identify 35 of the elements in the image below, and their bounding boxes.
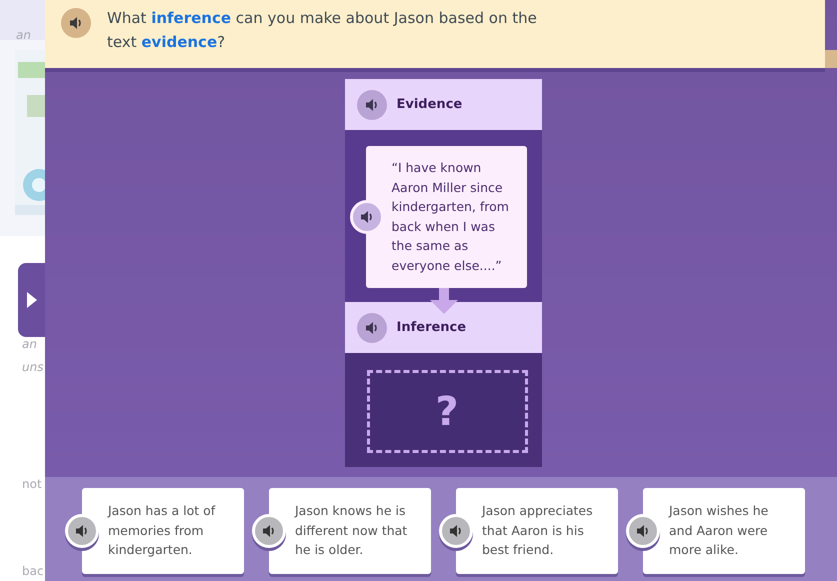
question-mark: ?: [435, 392, 459, 432]
speaker-icon: [364, 320, 378, 334]
speaker-icon: [636, 524, 650, 538]
answer-drop-zone[interactable]: ?: [366, 370, 528, 453]
background-text: bac: [22, 564, 44, 578]
page-header-bar: [0, 0, 45, 40]
banner-corner-fold: [825, 50, 837, 68]
answer-card[interactable]: Jason appreciates that Aaron is his best friend.: [456, 488, 618, 574]
down-arrow-icon: [430, 288, 458, 314]
evidence-quote: “I have known Aaron Miller since kindergarten, from back when I was the same as everyone else....”: [392, 159, 510, 275]
speaker-button[interactable]: [356, 90, 386, 120]
background-text: an: [16, 28, 31, 42]
answer-card[interactable]: Jason knows he is different now that he is older.: [269, 488, 431, 574]
speaker-icon: [262, 524, 276, 538]
speaker-icon: [360, 210, 374, 224]
evidence-heading: Evidence: [396, 96, 462, 114]
answer-text: Jason wishes he and Aaron were more alike.: [669, 502, 770, 559]
background-text: uns: [22, 360, 44, 374]
answer-text: Jason knows he is different now that he is older.: [295, 502, 408, 559]
answer-text: Jason has a lot of memories from kindergarten.: [108, 502, 216, 559]
answer-card[interactable]: Jason wishes he and Aaron were more alike.: [643, 488, 805, 574]
panel-toggle-tab[interactable]: [18, 263, 45, 337]
speaker-icon: [449, 524, 463, 538]
speaker-icon: [364, 98, 378, 112]
answer-text: Jason appreciates that Aaron is his best friend.: [482, 502, 594, 559]
speaker-icon: [69, 16, 83, 30]
play-triangle-icon: [27, 292, 37, 308]
speaker-button[interactable]: [61, 8, 91, 38]
background-text: not: [22, 477, 42, 491]
background-text: an: [22, 337, 37, 351]
question-text: What inference can you make about Jason based on the text evidence?: [107, 8, 537, 53]
speaker-button[interactable]: [356, 312, 386, 342]
answer-card[interactable]: Jason has a lot of memories from kindergarten.: [82, 488, 244, 574]
inference-heading: Inference: [396, 318, 466, 337]
speaker-icon: [75, 524, 89, 538]
